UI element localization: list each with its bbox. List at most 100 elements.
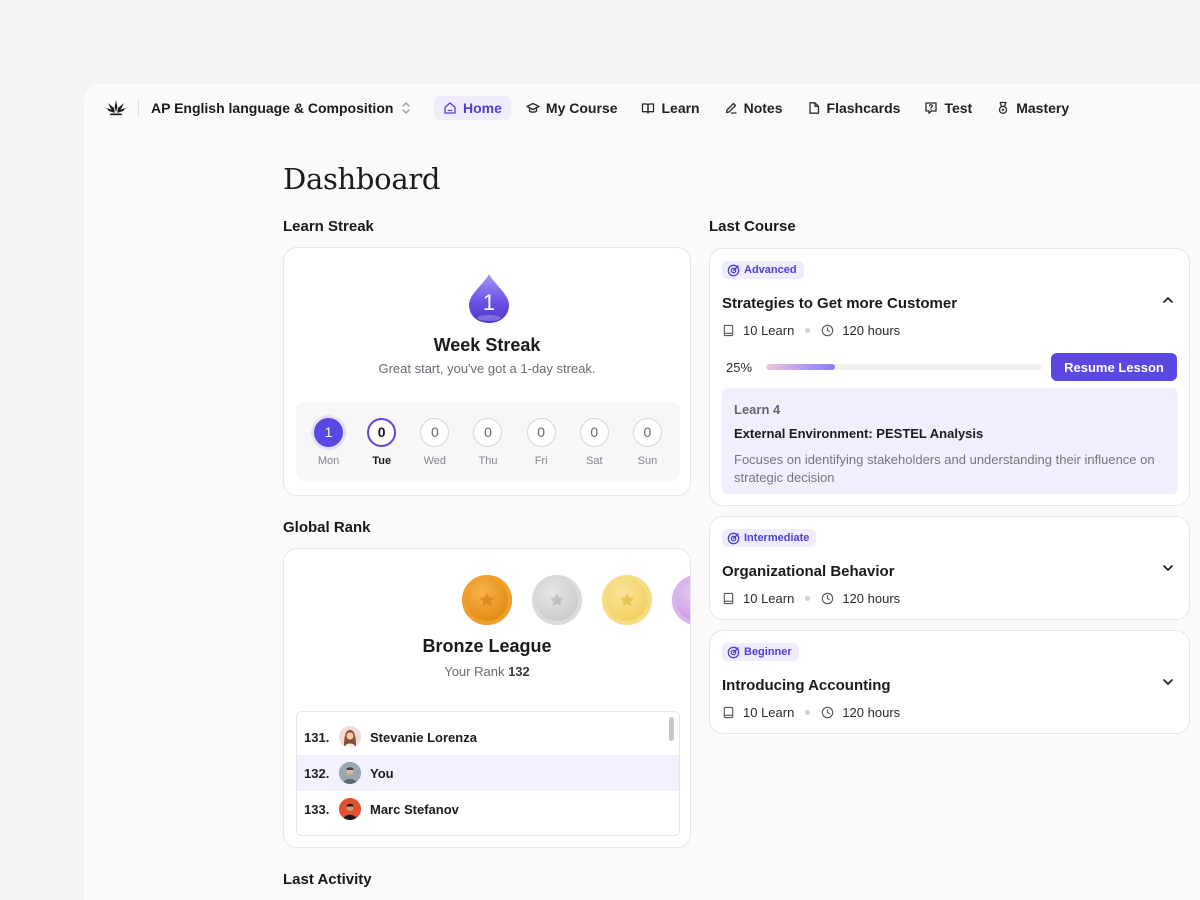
- nav-mastery-label: Mastery: [1016, 100, 1070, 116]
- streak-days: 1 Mon 0 Tue 0 Wed 0 Thu 0 Fri 0 Sat 0 Su…: [296, 402, 680, 482]
- chevron-up-icon[interactable]: [1161, 293, 1175, 307]
- home-icon: [444, 102, 456, 114]
- streak-day-sat: 0 Sat: [570, 417, 618, 467]
- medal-icon: [999, 101, 1008, 114]
- course-card[interactable]: Beginner Introducing Accounting 10 Learn…: [709, 630, 1190, 734]
- leaderboard-list[interactable]: 131. Stevanie Lorenza 132. You 133. Marc…: [296, 711, 680, 836]
- nav-flashcards-label: Flashcards: [826, 100, 901, 116]
- nav-mastery[interactable]: Mastery: [987, 96, 1078, 120]
- clock-icon: [822, 592, 834, 605]
- learn-count: 10 Learn: [743, 705, 795, 720]
- streak-day-sun: 0 Sun: [623, 417, 671, 467]
- leaderboard-row-me[interactable]: 132. You: [297, 755, 679, 791]
- course-selector[interactable]: AP English language & Composition: [151, 100, 411, 116]
- course-meta: 10 Learn 120 hours: [722, 705, 900, 720]
- question-icon: [925, 102, 938, 114]
- file-icon: [808, 102, 819, 114]
- separator-dot: [805, 328, 811, 333]
- nav-notes-label: Notes: [743, 100, 783, 116]
- streak-day-fri: 0 Fri: [517, 417, 565, 467]
- amethyst-medal-icon: [672, 575, 690, 625]
- leader-rank: 133.: [304, 801, 330, 817]
- chevron-up-down-icon: [402, 102, 411, 114]
- last-course-label: Last Course: [709, 218, 796, 235]
- nav-flashcards[interactable]: Flashcards: [798, 96, 910, 120]
- book-icon: [723, 706, 734, 719]
- leader-rank: 131.: [304, 729, 330, 745]
- gold-medal-icon: [602, 575, 652, 625]
- top-bar: AP English language & Composition: [104, 94, 411, 122]
- leaderboard-row[interactable]: 131. Stevanie Lorenza: [297, 719, 679, 755]
- day-count: 0: [579, 417, 609, 447]
- day-name: Tue: [372, 454, 392, 467]
- book-icon: [723, 592, 734, 605]
- streak-day-wed: 0 Wed: [411, 417, 459, 467]
- course-title: Introducing Accounting: [722, 677, 891, 694]
- nav-notes[interactable]: Notes: [715, 96, 792, 120]
- current-lesson[interactable]: Learn 4 External Environment: PESTEL Ana…: [722, 388, 1178, 494]
- chevron-down-icon[interactable]: [1161, 675, 1175, 689]
- leaderboard-row[interactable]: 133. Marc Stefanov: [297, 791, 679, 827]
- day-name: Thu: [478, 454, 498, 467]
- streak-day-tue: 0 Tue: [358, 417, 406, 467]
- rank-prefix: Your Rank: [444, 664, 505, 679]
- course-meta: 10 Learn 120 hours: [722, 323, 900, 338]
- logo-icon[interactable]: [104, 96, 128, 120]
- target-icon: [727, 532, 740, 544]
- resume-lesson-button[interactable]: Resume Lesson: [1051, 353, 1177, 381]
- progress-bar-fill: [766, 364, 835, 370]
- progress-percent: 25%: [726, 359, 753, 375]
- silver-medal-icon: [532, 575, 582, 625]
- level-badge-label: Intermediate: [744, 532, 810, 544]
- league-medals: [462, 575, 690, 625]
- avatar: [339, 762, 361, 784]
- nav-learn[interactable]: Learn: [632, 96, 708, 120]
- day-name: Sun: [637, 454, 658, 467]
- nav-test[interactable]: Test: [915, 96, 981, 120]
- course-hours: 120 hours: [842, 323, 901, 338]
- course-card[interactable]: Intermediate Organizational Behavior 10 …: [709, 516, 1190, 620]
- level-badge-label: Advanced: [744, 264, 797, 276]
- your-rank: Your Rank 132: [284, 664, 690, 679]
- progress-bar: [766, 364, 1042, 370]
- pencil-icon: [725, 102, 737, 114]
- nav-home[interactable]: Home: [434, 96, 511, 120]
- nav-my-course-label: My Course: [545, 100, 618, 116]
- lesson-number: Learn 4: [734, 402, 781, 417]
- streak-day-thu: 0 Thu: [464, 417, 512, 467]
- day-name: Sat: [586, 454, 603, 467]
- streak-subtitle: Great start, you've got a 1-day streak.: [378, 361, 596, 376]
- page-title: Dashboard: [283, 162, 441, 196]
- divider: [138, 99, 139, 117]
- league-title: Bronze League: [422, 636, 552, 656]
- target-icon: [727, 264, 740, 276]
- day-count: 0: [526, 417, 556, 447]
- book-icon: [723, 324, 734, 337]
- course-hours: 120 hours: [842, 591, 901, 606]
- nav-my-course[interactable]: My Course: [517, 96, 627, 120]
- day-count: 0: [420, 417, 450, 447]
- course-hours: 120 hours: [842, 705, 901, 720]
- leaderboard-scrollbar[interactable]: [669, 717, 674, 741]
- level-badge: Intermediate: [722, 529, 817, 547]
- level-badge: Beginner: [722, 643, 799, 661]
- course-meta: 10 Learn 120 hours: [722, 591, 900, 606]
- learn-count: 10 Learn: [743, 591, 795, 606]
- last-activity-label: Last Activity: [283, 871, 372, 888]
- streak-count: 1: [482, 290, 496, 315]
- day-name: Wed: [423, 454, 447, 467]
- rank-card: Bronze League Your Rank 132 131. Stevani…: [283, 548, 691, 848]
- leader-name: You: [370, 765, 394, 781]
- rank-value: 132: [508, 664, 530, 679]
- lesson-title: External Environment: PESTEL Analysis: [734, 426, 984, 441]
- learn-count: 10 Learn: [743, 323, 795, 338]
- chevron-down-icon[interactable]: [1161, 561, 1175, 575]
- day-count: 1: [314, 417, 344, 447]
- avatar: [339, 798, 361, 820]
- leader-name: Marc Stefanov: [370, 801, 459, 817]
- course-selector-label: AP English language & Composition: [151, 100, 394, 116]
- book-open-icon: [642, 103, 655, 114]
- leader-name: Stevanie Lorenza: [370, 729, 477, 745]
- level-badge: Advanced: [722, 261, 804, 279]
- clock-icon: [822, 706, 834, 719]
